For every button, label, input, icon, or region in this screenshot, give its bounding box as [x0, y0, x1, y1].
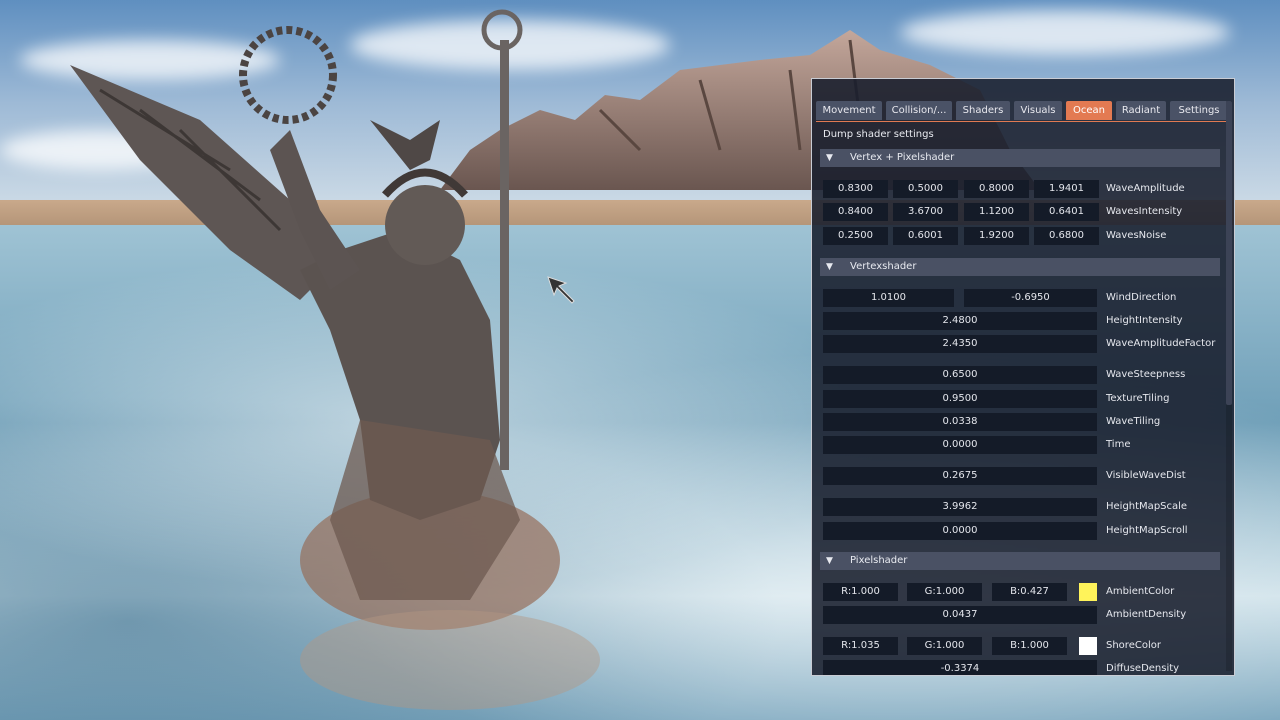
- wave-amplitude-label: WaveAmplitude: [1106, 183, 1185, 194]
- ambient-density-field[interactable]: 0.0437: [823, 606, 1097, 624]
- wave-amplitude-y[interactable]: 0.5000: [893, 180, 958, 198]
- shore-color-g[interactable]: G:1.000: [907, 637, 982, 655]
- texture-tiling-field[interactable]: 0.9500: [823, 390, 1097, 408]
- waves-intensity-y[interactable]: 3.6700: [893, 203, 958, 221]
- tab-shaders[interactable]: Shaders: [956, 101, 1010, 120]
- section-vertexshader[interactable]: ▼ Vertexshader: [820, 258, 1220, 276]
- wind-direction-x[interactable]: 1.0100: [823, 289, 954, 307]
- collapse-arrow-icon: ▼: [826, 153, 833, 163]
- wave-steepness-field[interactable]: 0.6500: [823, 366, 1097, 384]
- section-title: Vertexshader: [850, 261, 917, 272]
- collapse-arrow-icon: ▼: [826, 556, 833, 566]
- wave-amplitude-x[interactable]: 0.8300: [823, 180, 888, 198]
- height-map-scroll-field[interactable]: 0.0000: [823, 522, 1097, 540]
- ambient-color-g[interactable]: G:1.000: [907, 583, 982, 601]
- panel-scrollbar[interactable]: [1226, 101, 1232, 671]
- dump-shader-settings-button[interactable]: Dump shader settings: [823, 129, 934, 140]
- shore-color-r[interactable]: R:1.035: [823, 637, 898, 655]
- wind-direction-label: WindDirection: [1106, 292, 1177, 303]
- visible-wave-dist-label: VisibleWaveDist: [1106, 470, 1186, 481]
- height-map-scale-field[interactable]: 3.9962: [823, 498, 1097, 516]
- shore-color-label: ShoreColor: [1106, 640, 1161, 651]
- ambient-color-swatch[interactable]: [1079, 583, 1097, 601]
- diffuse-density-label: DiffuseDensity: [1106, 663, 1180, 674]
- wave-steepness-label: WaveSteepness: [1106, 369, 1186, 380]
- wind-direction-y[interactable]: -0.6950: [964, 289, 1097, 307]
- wave-tiling-label: WaveTiling: [1106, 416, 1161, 427]
- waves-noise-y[interactable]: 0.6001: [893, 227, 958, 245]
- height-intensity-label: HeightIntensity: [1106, 315, 1183, 326]
- wave-tiling-field[interactable]: 0.0338: [823, 413, 1097, 431]
- time-field[interactable]: 0.0000: [823, 436, 1097, 454]
- section-title: Vertex + Pixelshader: [850, 152, 955, 163]
- waves-noise-z[interactable]: 1.9200: [964, 227, 1029, 245]
- wave-amplitude-factor-field[interactable]: 2.4350: [823, 335, 1097, 353]
- wave-amplitude-factor-label: WaveAmplitudeFactor: [1106, 338, 1216, 349]
- wave-amplitude-z[interactable]: 0.8000: [964, 180, 1029, 198]
- section-title: Pixelshader: [850, 555, 908, 566]
- wave-amplitude-w[interactable]: 1.9401: [1034, 180, 1099, 198]
- shore-color-b[interactable]: B:1.000: [992, 637, 1067, 655]
- height-map-scale-label: HeightMapScale: [1106, 501, 1188, 512]
- waves-noise-label: WavesNoise: [1106, 230, 1167, 241]
- winged-statue: [70, 9, 600, 710]
- waves-intensity-w[interactable]: 0.6401: [1034, 203, 1099, 221]
- section-vertex-pixelshader[interactable]: ▼ Vertex + Pixelshader: [820, 149, 1220, 167]
- scrollbar-thumb[interactable]: [1226, 101, 1232, 405]
- visible-wave-dist-field[interactable]: 0.2675: [823, 467, 1097, 485]
- waves-intensity-x[interactable]: 0.8400: [823, 203, 888, 221]
- ambient-color-label: AmbientColor: [1106, 586, 1175, 597]
- height-intensity-field[interactable]: 2.4800: [823, 312, 1097, 330]
- ambient-color-r[interactable]: R:1.000: [823, 583, 898, 601]
- height-map-scroll-label: HeightMapScroll: [1106, 525, 1188, 536]
- waves-intensity-z[interactable]: 1.1200: [964, 203, 1029, 221]
- tab-collision[interactable]: Collision/...: [886, 101, 952, 120]
- section-pixelshader[interactable]: ▼ Pixelshader: [820, 552, 1220, 570]
- shore-color-swatch[interactable]: [1079, 637, 1097, 655]
- texture-tiling-label: TextureTiling: [1106, 393, 1170, 404]
- tab-ocean[interactable]: Ocean: [1066, 101, 1112, 120]
- diffuse-density-field[interactable]: -0.3374: [823, 660, 1097, 675]
- tab-movement[interactable]: Movement: [816, 101, 882, 120]
- ambient-color-b[interactable]: B:0.427: [992, 583, 1067, 601]
- time-label: Time: [1106, 439, 1131, 450]
- waves-noise-w[interactable]: 0.6800: [1034, 227, 1099, 245]
- collapse-arrow-icon: ▼: [826, 262, 833, 272]
- waves-noise-x[interactable]: 0.2500: [823, 227, 888, 245]
- tab-bar: Movement Collision/... Shaders Visuals O…: [816, 101, 1230, 122]
- waves-intensity-label: WavesIntensity: [1106, 206, 1183, 217]
- ocean-settings-panel: Movement Collision/... Shaders Visuals O…: [811, 78, 1235, 676]
- mouse-cursor-icon: [547, 276, 575, 304]
- tab-radiant[interactable]: Radiant: [1116, 101, 1166, 120]
- tab-visuals[interactable]: Visuals: [1014, 101, 1062, 120]
- ambient-density-label: AmbientDensity: [1106, 609, 1187, 620]
- tab-settings[interactable]: Settings: [1170, 101, 1228, 120]
